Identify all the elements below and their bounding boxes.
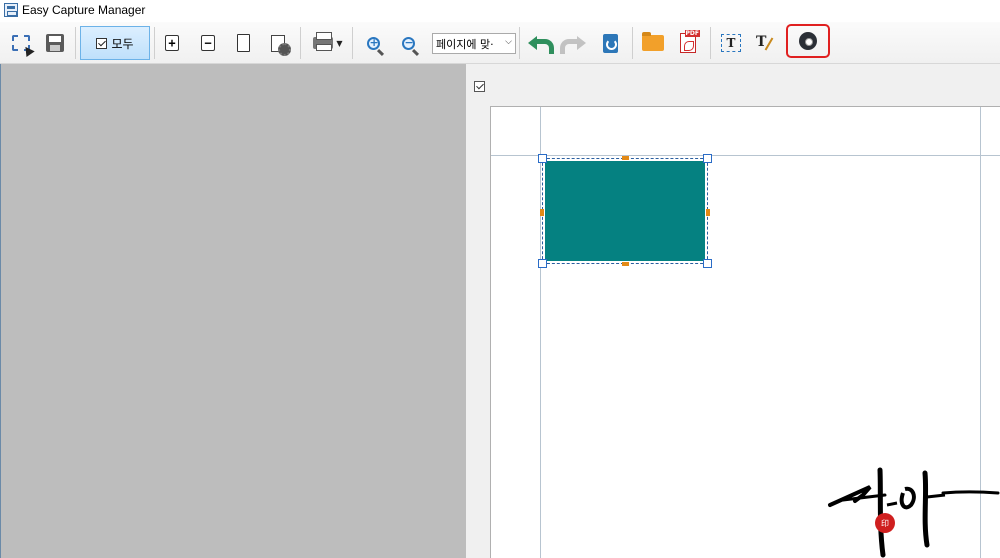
text-edit-icon: T (756, 34, 776, 52)
pdf-icon (680, 30, 701, 53)
zoom-select[interactable]: 페이지에 맞· ⌵ (432, 33, 516, 54)
page-icon (236, 34, 250, 52)
zoom-out-button[interactable]: − (393, 27, 423, 59)
resize-handle[interactable] (706, 209, 710, 216)
zoom-out-icon: − (401, 36, 415, 50)
toolbar: 모두 + − ▼ + − 페이지에 맞· ⌵ PDF T T (0, 22, 1000, 64)
save-icon (46, 34, 64, 52)
page-add-icon: + (165, 35, 179, 51)
app-icon (4, 3, 18, 17)
select-all-toggle[interactable]: 모두 (80, 26, 150, 60)
toolbar-separator (519, 27, 520, 59)
signature-stroke (828, 467, 1000, 558)
zoom-in-button[interactable]: + (358, 27, 388, 59)
export-pdf-button[interactable] (673, 27, 703, 59)
toolbar-separator (75, 27, 76, 59)
signature-logo: 印 (825, 465, 1000, 558)
text-box-button[interactable]: T (716, 27, 746, 59)
chevron-down-icon: ▼ (336, 38, 343, 48)
toolbar-separator (710, 27, 711, 59)
resize-handle[interactable] (622, 262, 629, 266)
resize-handle[interactable] (703, 154, 712, 163)
margin-guide (540, 107, 541, 558)
page-remove-icon: − (201, 35, 215, 51)
page-settings-icon (271, 34, 291, 56)
undo-icon (528, 36, 554, 54)
selected-shape[interactable] (538, 154, 712, 268)
redo-button[interactable] (560, 27, 590, 59)
toolbar-separator (352, 27, 353, 59)
window-title: Easy Capture Manager (22, 3, 146, 17)
save-button[interactable] (40, 27, 70, 59)
open-folder-button[interactable] (638, 27, 668, 59)
select-all-label: 모두 (111, 36, 134, 51)
checkbox-icon (96, 37, 108, 49)
zoom-in-icon: + (366, 36, 380, 50)
remove-page-button[interactable]: − (193, 27, 223, 59)
print-icon (313, 32, 334, 51)
recycle-button[interactable] (595, 27, 625, 59)
undo-button[interactable] (524, 27, 554, 59)
toolbar-separator (632, 27, 633, 59)
settings-button[interactable] (786, 24, 830, 58)
title-bar: Easy Capture Manager (0, 0, 1000, 22)
teal-rectangle[interactable] (545, 161, 705, 261)
text-box-icon: T (721, 34, 741, 52)
zoom-select-value: 페이지에 맞· (436, 37, 494, 51)
recycle-icon (602, 33, 618, 53)
capture-icon (12, 35, 30, 51)
toolbar-separator (300, 27, 301, 59)
resize-handle[interactable] (538, 154, 547, 163)
print-button[interactable]: ▼ (308, 27, 348, 59)
capture-button[interactable] (6, 27, 36, 59)
resize-handle[interactable] (540, 209, 544, 216)
resize-handle[interactable] (703, 259, 712, 268)
page-settings-button[interactable] (263, 27, 293, 59)
resize-handle[interactable] (622, 156, 629, 160)
preview-checkbox[interactable] (474, 81, 485, 92)
seal-stamp: 印 (875, 513, 895, 533)
chevron-down-icon: ⌵ (505, 37, 512, 47)
page-button[interactable] (228, 27, 258, 59)
gear-icon (799, 32, 817, 50)
resize-handle[interactable] (538, 259, 547, 268)
margin-guide (491, 155, 1000, 156)
left-panel (0, 64, 466, 558)
text-edit-button[interactable]: T (751, 27, 781, 59)
redo-icon (564, 36, 586, 50)
folder-icon (642, 32, 664, 51)
toolbar-separator (154, 27, 155, 59)
add-page-button[interactable]: + (157, 27, 187, 59)
